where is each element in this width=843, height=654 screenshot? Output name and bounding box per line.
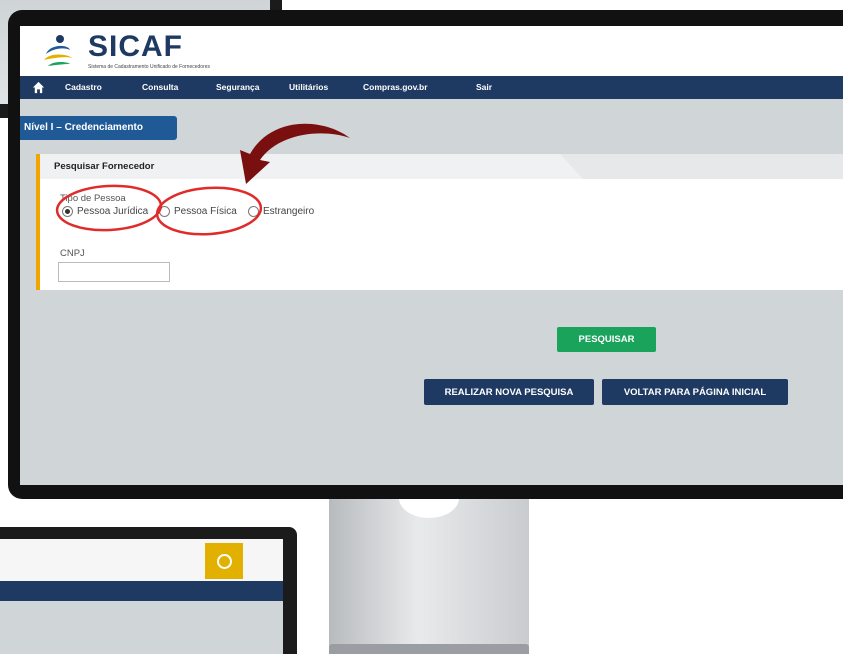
radio-label: Pessoa Jurídica	[77, 206, 149, 217]
nav-item-consulta[interactable]: Consulta	[142, 82, 178, 92]
radio-pessoa-fisica[interactable]: Pessoa Física	[159, 206, 237, 217]
radio-unselected-icon[interactable]	[248, 206, 259, 217]
app-subtitle: Sistema de Cadastramento Unificado de Fo…	[88, 64, 211, 70]
monitor-stand	[329, 478, 529, 654]
main-screen: SICAF Sistema de Cadastramento Unificado…	[20, 26, 843, 485]
nav-item-cadastro[interactable]: Cadastro	[65, 82, 102, 92]
tipo-pessoa-label: Tipo de Pessoa	[60, 193, 126, 204]
radio-selected-icon[interactable]	[62, 206, 73, 217]
sicaf-logo-icon	[44, 35, 72, 66]
radio-unselected-icon[interactable]	[159, 206, 170, 217]
nav-item-utilitarios[interactable]: Utilitários	[289, 82, 328, 92]
background-navbar	[0, 581, 283, 601]
app-header: SICAF Sistema de Cadastramento Unificado…	[20, 26, 843, 76]
user-icon	[205, 543, 243, 579]
back-home-button[interactable]: VOLTAR PARA PÁGINA INICIAL	[602, 379, 788, 405]
cnpj-label: CNPJ	[60, 248, 85, 259]
main-monitor: SICAF Sistema de Cadastramento Unificado…	[8, 10, 843, 499]
panel-title: Pesquisar Fornecedor	[54, 161, 155, 172]
nav-item-sair[interactable]: Sair	[476, 82, 492, 92]
nav-item-seguranca[interactable]: Segurança	[216, 82, 259, 92]
new-search-button[interactable]: REALIZAR NOVA PESQUISA	[424, 379, 594, 405]
panel-header-tab	[560, 154, 843, 179]
search-button[interactable]: PESQUISAR	[557, 327, 656, 352]
nav-item-compras[interactable]: Compras.gov.br	[363, 82, 428, 92]
radio-label: Pessoa Física	[174, 206, 237, 217]
level-tag: Nível I – Credenciamento	[20, 116, 177, 140]
radio-estrangeiro[interactable]: Estrangeiro	[248, 206, 314, 217]
home-icon[interactable]	[32, 81, 45, 94]
background-header	[0, 539, 283, 581]
stand-base	[329, 644, 529, 654]
panel-header: Pesquisar Fornecedor	[40, 154, 843, 179]
radio-label: Estrangeiro	[263, 206, 315, 217]
app-title: SICAF	[88, 30, 183, 63]
background-monitor-bottom	[0, 527, 297, 654]
radio-pessoa-juridica[interactable]: Pessoa Jurídica	[62, 206, 148, 217]
background-screen	[0, 539, 283, 654]
cnpj-input[interactable]	[58, 262, 170, 282]
main-navbar: Cadastro Consulta Segurança Utilitários …	[20, 76, 843, 99]
